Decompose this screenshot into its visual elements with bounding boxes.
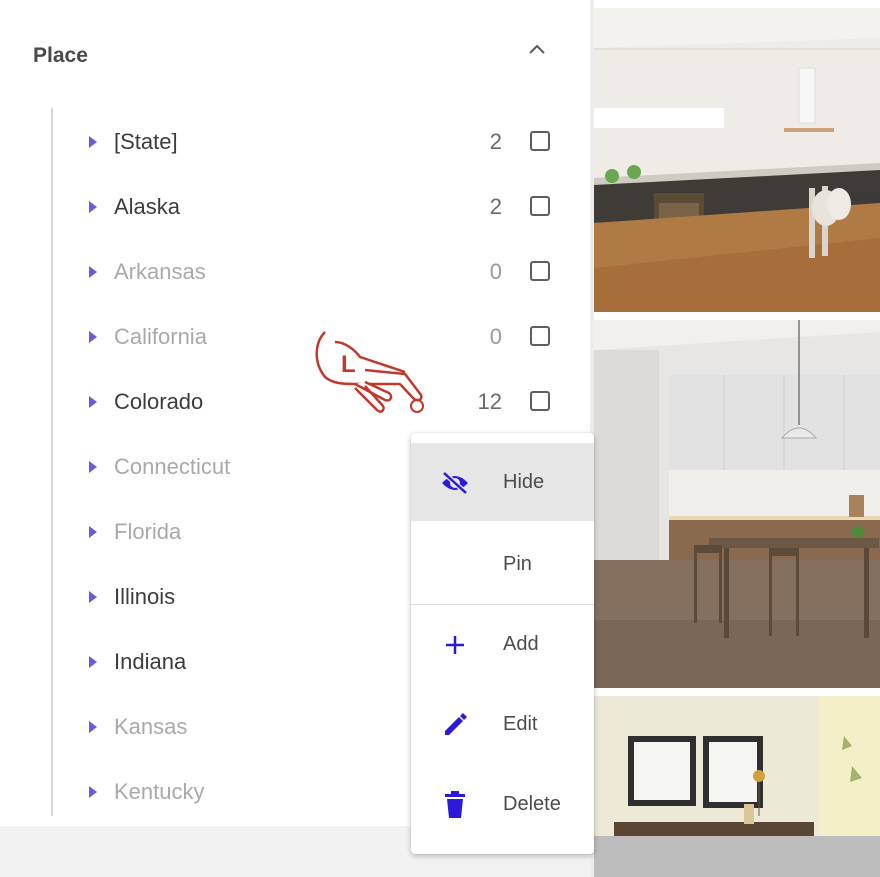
menu-label-delete: Delete <box>503 793 561 815</box>
filter-title: Place <box>33 44 88 67</box>
photo-dining[interactable] <box>594 320 880 688</box>
filter-row[interactable]: [State] 2 <box>60 110 580 174</box>
caret-right-icon[interactable] <box>86 132 100 152</box>
filter-row-count: 0 <box>489 259 502 284</box>
filter-row-checkbox[interactable] <box>530 326 550 346</box>
filter-row-count: 2 <box>489 194 502 219</box>
caret-right-icon[interactable] <box>86 327 100 347</box>
menu-item-delete[interactable]: Delete <box>411 765 594 843</box>
caret-right-icon[interactable] <box>86 652 100 672</box>
filter-row-label: [State] <box>114 129 178 154</box>
plus-icon <box>439 629 471 661</box>
photo-column-footer <box>594 836 880 877</box>
filter-row-label: Illinois <box>114 584 176 609</box>
caret-right-icon[interactable] <box>86 522 100 542</box>
filter-row-label: California <box>114 324 207 349</box>
photo-living-room[interactable] <box>594 696 880 836</box>
filter-row-label: Kentucky <box>114 779 205 804</box>
caret-right-icon[interactable] <box>86 457 100 477</box>
eye-off-icon <box>439 467 471 499</box>
filter-row-checkbox[interactable] <box>530 261 550 281</box>
filter-row-checkbox[interactable] <box>530 391 550 411</box>
filter-row[interactable]: Alaska 2 <box>60 175 580 239</box>
caret-right-icon[interactable] <box>86 717 100 737</box>
caret-right-icon[interactable] <box>86 587 100 607</box>
menu-label-add: Add <box>503 633 539 655</box>
menu-item-add[interactable]: Add <box>411 605 594 683</box>
filter-row-count: 12 <box>477 389 502 414</box>
filter-row[interactable]: Arkansas 0 <box>60 240 580 304</box>
filter-row-label: Indiana <box>114 649 187 674</box>
menu-label-hide: Hide <box>503 471 545 493</box>
filter-row-count: 0 <box>489 324 502 349</box>
filter-header: Place <box>0 0 590 110</box>
filter-row-label: Kansas <box>114 714 188 739</box>
filter-row-label: Arkansas <box>114 259 206 284</box>
collapse-button[interactable] <box>522 36 552 66</box>
pencil-icon <box>439 709 471 741</box>
menu-label-pin: Pin <box>503 553 532 575</box>
caret-right-icon[interactable] <box>86 197 100 217</box>
trash-icon <box>439 789 471 821</box>
photo-kitchen[interactable] <box>594 8 880 312</box>
tree-guide-line <box>51 108 53 816</box>
caret-right-icon[interactable] <box>86 782 100 802</box>
filter-row-checkbox[interactable] <box>530 196 550 216</box>
filter-row-label: Connecticut <box>114 454 231 479</box>
caret-right-icon[interactable] <box>86 392 100 412</box>
filter-row-checkbox[interactable] <box>530 131 550 151</box>
photo-column <box>590 0 880 877</box>
filter-row-label: Florida <box>114 519 182 544</box>
hand-pointer-icon: L <box>305 322 435 417</box>
filter-row-label: Alaska <box>114 194 181 219</box>
pointer-label: L <box>341 351 356 378</box>
chevron-up-icon <box>528 42 546 60</box>
menu-item-hide[interactable]: Hide <box>411 443 594 521</box>
menu-item-edit[interactable]: Edit <box>411 685 594 763</box>
caret-right-icon[interactable] <box>86 262 100 282</box>
context-menu: Hide Pin Add Edit Delete <box>411 433 594 854</box>
menu-label-edit: Edit <box>503 713 538 735</box>
filter-row-count: 2 <box>489 129 502 154</box>
filter-row-label: Colorado <box>114 389 204 414</box>
menu-item-pin[interactable]: Pin <box>411 525 594 603</box>
